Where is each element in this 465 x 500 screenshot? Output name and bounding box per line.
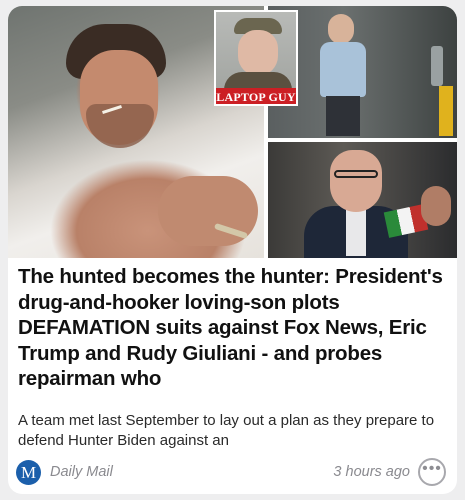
- news-card[interactable]: LAPTOP GUY The hunted becomes the hunter…: [8, 6, 457, 494]
- photo-yellow-post: [439, 86, 453, 136]
- article-image[interactable]: LAPTOP GUY: [8, 6, 457, 258]
- article-summary: A team met last September to lay out a p…: [18, 412, 435, 449]
- ellipsis-icon: •••: [422, 460, 442, 477]
- publisher-logo-icon: M: [16, 460, 41, 485]
- more-options-button[interactable]: •••: [418, 458, 446, 486]
- inset-caption: LAPTOP GUY: [214, 88, 298, 106]
- photo-glasses: [334, 170, 378, 178]
- photo-smiling-man-head: [330, 150, 382, 212]
- source-row: M Daily Mail 3 hours ago •••: [16, 458, 452, 488]
- photo-parking-meter: [431, 46, 443, 86]
- photo-shirt: [346, 206, 366, 256]
- photo-standing-man: [320, 14, 366, 136]
- publisher-name[interactable]: Daily Mail: [50, 464, 113, 480]
- article-headline[interactable]: The hunted becomes the hunter: President…: [18, 264, 450, 392]
- photo-subject-beard: [86, 104, 154, 148]
- inset-face: [238, 30, 278, 76]
- photo-background-person: [421, 186, 451, 226]
- photo-bottom-right: [268, 142, 457, 258]
- timestamp: 3 hours ago: [333, 464, 410, 480]
